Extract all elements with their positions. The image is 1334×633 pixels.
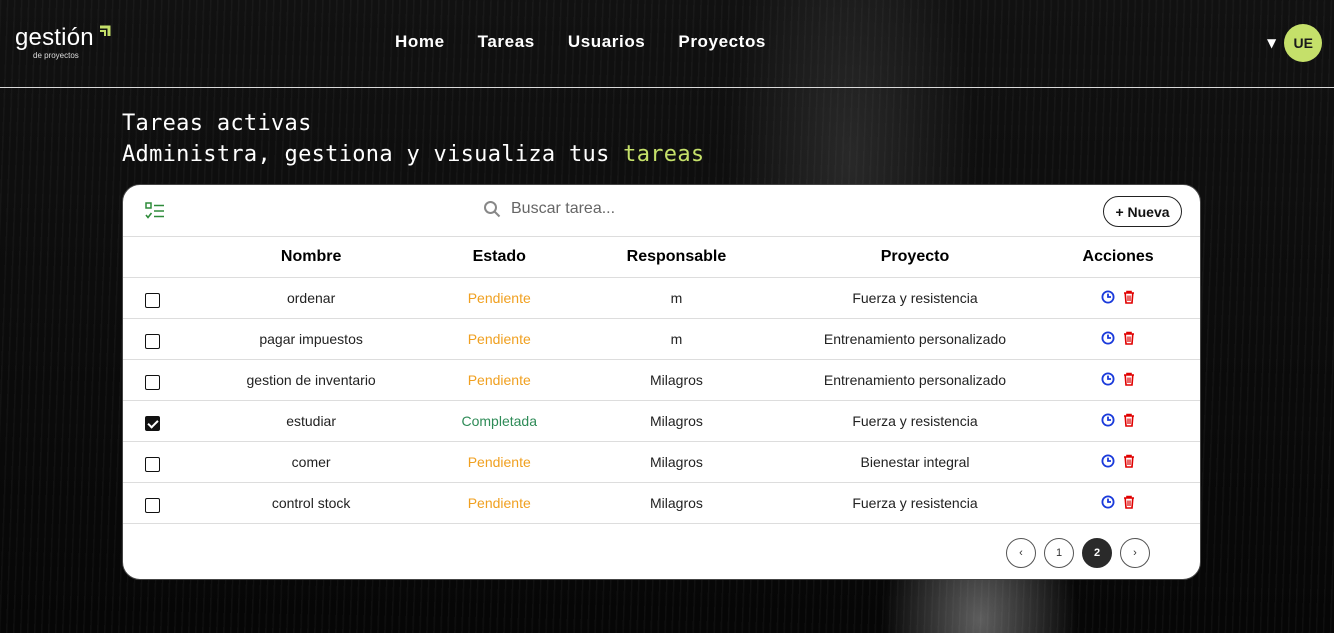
user-menu[interactable]: ▼ UE (1267, 24, 1323, 62)
page-subtitle: Administra, gestiona y visualiza tus tar… (122, 138, 704, 172)
task-project: Fuerza y resistencia (793, 400, 1037, 442)
row-select-cell (123, 318, 183, 360)
task-responsible: m (559, 277, 794, 319)
row-select-cell (123, 400, 183, 442)
next-page-button[interactable]: › (1120, 538, 1150, 568)
top-navbar: gestión de proyectos Home Tareas Usuario… (0, 0, 1334, 88)
task-name: control stock (182, 482, 440, 524)
prev-page-button[interactable]: ‹ (1006, 538, 1036, 568)
clock-edit-icon[interactable] (1101, 331, 1115, 345)
task-project: Fuerza y resistencia (793, 482, 1037, 524)
table-body: ordenar Pendiente m Fuerza y resistencia pag… (123, 277, 1200, 524)
task-actions (1036, 400, 1200, 442)
checklist-icon[interactable] (145, 202, 165, 220)
row-select-cell (123, 359, 183, 401)
header-responsible[interactable]: Responsable (559, 237, 794, 278)
task-responsible: Milagros (559, 482, 794, 524)
page-heading: Tareas activas Administra, gestiona y vi… (122, 110, 704, 172)
nav-tareas[interactable]: Tareas (478, 32, 535, 52)
task-state: Pendiente (439, 318, 560, 360)
row-checkbox[interactable] (145, 497, 160, 513)
page-title: Tareas activas (122, 111, 312, 136)
table-row: control stock Pendiente Milagros Fuerza y r… (123, 482, 1200, 524)
task-actions (1036, 277, 1200, 319)
search-icon (484, 201, 501, 218)
clock-edit-icon[interactable] (1101, 495, 1115, 509)
task-name: comer (182, 441, 440, 483)
nav-home[interactable]: Home (395, 32, 445, 52)
task-name: gestion de inventario (182, 359, 440, 401)
header-project[interactable]: Proyecto (793, 237, 1037, 278)
task-state: Pendiente (439, 277, 560, 319)
trash-icon[interactable] (1123, 372, 1135, 386)
task-responsible: Milagros (559, 400, 794, 442)
task-project: Entrenamiento personalizado (793, 359, 1037, 401)
nav-proyectos[interactable]: Proyectos (678, 32, 766, 52)
task-actions (1036, 359, 1200, 401)
new-task-button[interactable]: + Nueva (1103, 196, 1182, 227)
page-1-button[interactable]: 1 (1044, 538, 1074, 568)
row-select-cell (123, 277, 183, 319)
row-checkbox[interactable] (145, 415, 160, 431)
row-select-cell (123, 482, 183, 524)
arrow-mark-icon (100, 25, 111, 36)
row-checkbox[interactable] (145, 333, 160, 349)
task-responsible: m (559, 318, 794, 360)
header-name[interactable]: Nombre (182, 237, 440, 278)
trash-icon[interactable] (1123, 413, 1135, 427)
row-select-cell (123, 441, 183, 483)
trash-icon[interactable] (1123, 331, 1135, 345)
task-name: pagar impuestos (182, 318, 440, 360)
brand-tagline: de proyectos (33, 51, 79, 60)
avatar[interactable]: UE (1284, 24, 1323, 62)
search-box (483, 200, 731, 218)
nav-usuarios[interactable]: Usuarios (568, 32, 646, 52)
subtitle-text: Administra, gestiona y visualiza tus (122, 142, 610, 167)
task-name: ordenar (182, 277, 440, 319)
task-state: Pendiente (439, 441, 560, 483)
table-row: comer Pendiente Milagros Bienestar integral (123, 441, 1200, 483)
task-project: Fuerza y resistencia (793, 277, 1037, 319)
tasks-card: + Nueva Nombre Estado Responsable Proyec… (122, 184, 1201, 580)
clock-edit-icon[interactable] (1101, 290, 1115, 304)
task-state: Pendiente (439, 482, 560, 524)
header-state[interactable]: Estado (439, 237, 560, 278)
task-project: Entrenamiento personalizado (793, 318, 1037, 360)
table-toolbar: + Nueva (123, 185, 1200, 237)
trash-icon[interactable] (1123, 290, 1135, 304)
task-responsible: Milagros (559, 359, 794, 401)
header-select (123, 237, 183, 278)
clock-edit-icon[interactable] (1101, 372, 1115, 386)
subtitle-accent: tareas (623, 142, 705, 167)
brand-name: gestión (15, 24, 94, 51)
trash-icon[interactable] (1123, 454, 1135, 468)
clock-edit-icon[interactable] (1101, 454, 1115, 468)
table-row: ordenar Pendiente m Fuerza y resistencia (123, 277, 1200, 319)
main-nav: Home Tareas Usuarios Proyectos (395, 32, 799, 52)
trash-icon[interactable] (1123, 495, 1135, 509)
tasks-table: Nombre Estado Responsable Proyecto Accio… (123, 237, 1200, 524)
task-project: Bienestar integral (793, 441, 1037, 483)
search-input[interactable] (511, 200, 731, 218)
task-name: estudiar (182, 400, 440, 442)
task-actions (1036, 318, 1200, 360)
dropdown-caret-icon[interactable]: ▼ (1267, 36, 1276, 50)
pagination: ‹ 1 2 › (1006, 538, 1150, 568)
row-checkbox[interactable] (145, 456, 160, 472)
row-checkbox[interactable] (145, 374, 160, 390)
task-actions (1036, 441, 1200, 483)
header-actions: Acciones (1036, 237, 1200, 278)
table-header-row: Nombre Estado Responsable Proyecto Accio… (123, 237, 1200, 278)
page-2-button[interactable]: 2 (1082, 538, 1112, 568)
task-state: Completada (439, 400, 560, 442)
row-checkbox[interactable] (145, 292, 160, 308)
task-state: Pendiente (439, 359, 560, 401)
table-row: pagar impuestos Pendiente m Entrenamiento p… (123, 318, 1200, 360)
table-row: estudiar Completada Milagros Fuerza y resis… (123, 400, 1200, 442)
table-row: gestion de inventario Pendiente Milagros En… (123, 359, 1200, 401)
brand-logo[interactable]: gestión de proyectos (15, 24, 125, 64)
task-responsible: Milagros (559, 441, 794, 483)
task-actions (1036, 482, 1200, 524)
clock-edit-icon[interactable] (1101, 413, 1115, 427)
